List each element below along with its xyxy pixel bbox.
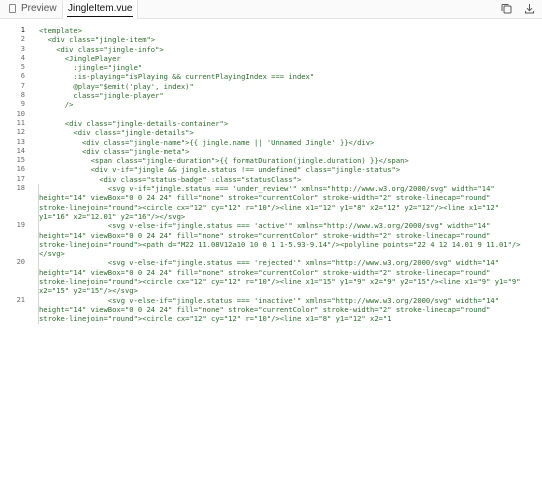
editor-tab-bar: Preview JingleItem.vue — [0, 0, 542, 19]
code-line: 2 <div class="jingle-item"> — [0, 35, 542, 44]
code-text: <div class="jingle-item"> — [39, 35, 156, 45]
code-line: 10 — [0, 110, 542, 119]
code-line: 8 class="jingle-player" — [0, 91, 542, 100]
code-line: 16 <div v-if="jingle && jingle.status !=… — [0, 165, 542, 174]
code-line: 15 <span class="jingle-duration">{{ form… — [0, 156, 542, 165]
line-number: 6 — [20, 72, 25, 81]
code-text: <div class="jingle-meta"> — [39, 146, 190, 156]
line-number: 20 — [16, 258, 25, 267]
line-number: 8 — [20, 91, 25, 100]
code-line: 6 :is-playing="isPlaying && currentPlayi… — [0, 72, 542, 81]
code-text: <svg v-else-if="jingle.status === 'activ… — [38, 221, 542, 259]
editor-toolbar — [494, 2, 536, 20]
code-line: 3 <div class="jingle-info"> — [0, 45, 542, 54]
code-line: 17 <div class="status-badge" :class="sta… — [0, 175, 542, 184]
line-number: 1 — [20, 26, 25, 34]
code-text: <svg v-else-if="jingle.status === 'inact… — [38, 295, 542, 324]
line-number: 19 — [16, 221, 25, 230]
line-number: 14 — [16, 146, 25, 155]
code-text: <svg v-else-if="jingle.status === 'rejec… — [38, 258, 542, 296]
code-line: 21 <svg v-else-if="jingle.status === 'in… — [0, 295, 542, 324]
code-line: 18 <svg v-if="jingle.status === 'under_r… — [0, 184, 542, 222]
line-number: 15 — [16, 156, 25, 165]
code-line: 19 <svg v-else-if="jingle.status === 'ac… — [0, 221, 542, 259]
code-text: <svg v-if="jingle.status === 'under_revi… — [38, 184, 542, 222]
code-text: <div class="jingle-name">{{ jingle.name … — [39, 137, 375, 147]
code-text: <div v-if="jingle && jingle.status !== u… — [39, 165, 401, 175]
code-text: <div class="jingle-info"> — [39, 44, 164, 54]
code-text: :jingle="jingle" — [39, 63, 143, 73]
line-number: 17 — [16, 174, 25, 183]
tab-file[interactable]: JingleItem.vue — [62, 0, 139, 19]
download-icon[interactable] — [523, 2, 536, 15]
code-line: 20 <svg v-else-if="jingle.status === 're… — [0, 258, 542, 296]
line-number: 9 — [20, 100, 25, 109]
code-line: 14 <div class="jingle-meta"> — [0, 147, 542, 156]
code-text: <div class="jingle-details-container"> — [39, 118, 229, 128]
code-text: :is-playing="isPlaying && currentPlaying… — [39, 72, 315, 82]
line-number: 5 — [20, 63, 25, 72]
line-number: 16 — [16, 165, 25, 174]
line-number: 3 — [20, 44, 25, 53]
code-editor[interactable]: 1 <template> 2 <div class="jingle-item"> 3 … — [0, 26, 542, 324]
code-line: 1 <template> — [0, 26, 542, 35]
code-line: 4 <JinglePlayer — [0, 54, 542, 63]
code-text: /> — [39, 100, 74, 110]
line-number: 10 — [16, 109, 25, 118]
document-icon — [9, 4, 16, 13]
line-number: 21 — [16, 295, 25, 304]
line-number: 4 — [20, 53, 25, 62]
code-text: <JinglePlayer — [39, 53, 121, 63]
line-number: 2 — [20, 35, 25, 44]
code-line: 13 <div class="jingle-name">{{ jingle.na… — [0, 138, 542, 147]
code-line: 7 @play="$emit('play', index)" — [0, 82, 542, 91]
code-text: <div class="jingle-details"> — [39, 128, 194, 138]
code-text: <div class="status-badge" :class="status… — [39, 174, 302, 184]
code-text: <template> — [39, 26, 82, 35]
line-number: 18 — [16, 184, 25, 193]
code-line: 12 <div class="jingle-details"> — [0, 128, 542, 137]
code-line: 5 :jingle="jingle" — [0, 63, 542, 72]
tab-preview-label: Preview — [21, 3, 57, 14]
line-number: 12 — [16, 128, 25, 137]
line-number: 11 — [16, 118, 25, 127]
code-line: 11 <div class="jingle-details-container"… — [0, 119, 542, 128]
code-line: 9 /> — [0, 100, 542, 109]
code-text: <span class="jingle-duration">{{ formatD… — [39, 156, 409, 166]
tab-preview[interactable]: Preview — [4, 0, 62, 18]
code-text: @play="$emit('play', index)" — [39, 81, 194, 91]
code-text: class="jingle-player" — [39, 91, 164, 101]
line-number: 7 — [20, 81, 25, 90]
copy-icon[interactable] — [500, 2, 513, 15]
line-number: 13 — [16, 137, 25, 146]
tab-file-label: JingleItem.vue — [68, 3, 133, 14]
